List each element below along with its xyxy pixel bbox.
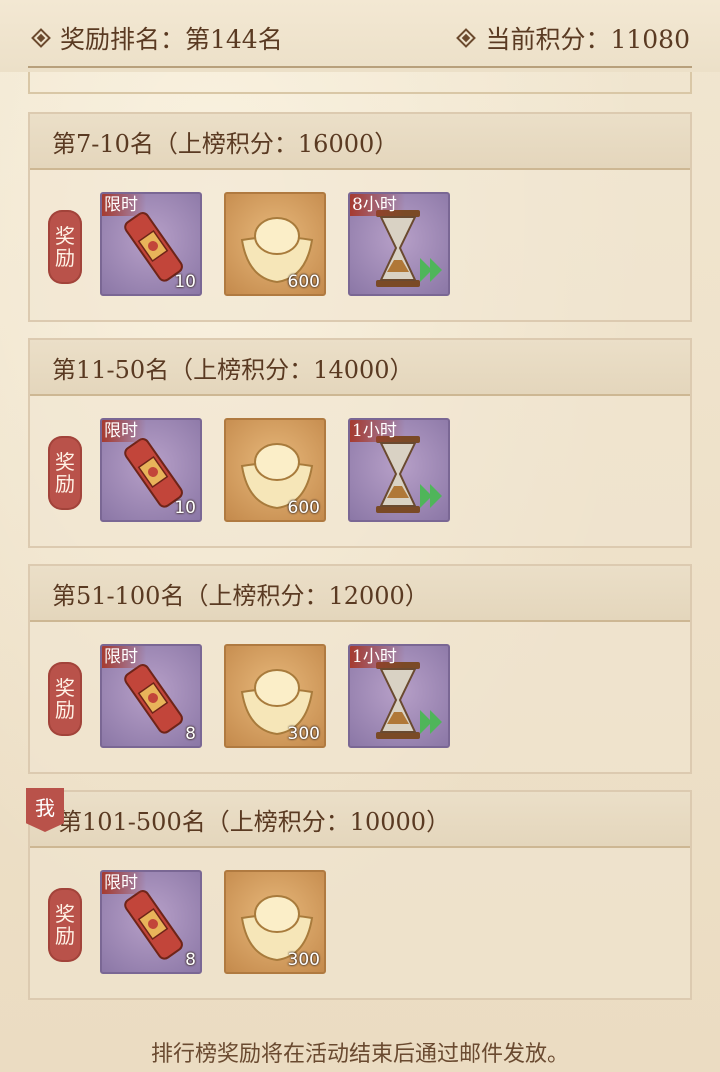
reward-items: 限时 8 300 1小时 — [100, 644, 472, 748]
reward-item-speedup[interactable]: 8小时 — [348, 192, 450, 296]
limited-badge: 限时 — [102, 646, 146, 668]
reward-item-ingot[interactable]: 600 — [224, 418, 326, 522]
reward-items: 限时 10 600 1小时 — [100, 418, 472, 522]
duration-badge: 1小时 — [350, 646, 405, 668]
score-label: 当前积分：11080 — [485, 25, 690, 54]
diamond-icon — [34, 31, 48, 45]
tier-title: 第7-10名（上榜积分：16000） — [52, 130, 399, 158]
reward-tier-101-500: 第101-500名（上榜积分：10000） 奖励 限时 8 300 — [28, 790, 692, 1000]
reward-items: 限时 10 600 8小时 — [100, 192, 472, 296]
reward-item-ingot[interactable]: 300 — [224, 644, 326, 748]
header-divider — [28, 66, 692, 68]
diamond-icon — [459, 31, 473, 45]
rank-label: 奖励排名：第144名 — [60, 25, 283, 54]
item-count: 8 — [185, 724, 196, 744]
tier-header: 第51-100名（上榜积分：12000） — [30, 566, 690, 622]
limited-badge: 限时 — [102, 194, 146, 216]
duration-badge: 1小时 — [350, 420, 405, 442]
header-bar: 奖励排名：第144名 当前积分：11080 — [0, 0, 720, 72]
tier-header: 第11-50名（上榜积分：14000） — [30, 340, 690, 396]
item-count: 300 — [287, 724, 320, 744]
tier-title: 第51-100名（上榜积分：12000） — [52, 582, 429, 610]
reward-tier-51-100: 第51-100名（上榜积分：12000） 奖励 限时 8 300 1小时 — [28, 564, 692, 774]
reward-item-token[interactable]: 限时 10 — [100, 418, 202, 522]
tier-header: 第101-500名（上榜积分：10000） — [30, 792, 690, 848]
reward-tier-11-50: 第11-50名（上榜积分：14000） 奖励 限时 10 600 1小时 — [28, 338, 692, 548]
item-count: 300 — [287, 950, 320, 970]
tier-title: 第101-500名（上榜积分：10000） — [58, 808, 451, 836]
reward-tier-7-10: 第7-10名（上榜积分：16000） 奖励 限时 10 600 8小时 — [28, 112, 692, 322]
reward-item-speedup[interactable]: 1小时 — [348, 644, 450, 748]
reward-tag: 奖励 — [48, 888, 82, 962]
tier-header: 第7-10名（上榜积分：16000） — [30, 114, 690, 170]
reward-tag: 奖励 — [48, 662, 82, 736]
reward-tag: 奖励 — [48, 210, 82, 284]
duration-badge: 8小时 — [350, 194, 405, 216]
reward-item-ingot[interactable]: 600 — [224, 192, 326, 296]
item-count: 10 — [174, 498, 196, 518]
reward-item-ingot[interactable]: 300 — [224, 870, 326, 974]
reward-item-token[interactable]: 限时 8 — [100, 870, 202, 974]
my-rank-marker: 我 — [26, 788, 64, 832]
reward-items: 限时 8 300 — [100, 870, 348, 974]
reward-item-token[interactable]: 限时 8 — [100, 644, 202, 748]
limited-badge: 限时 — [102, 420, 146, 442]
rank-info: 奖励排名：第144名 — [34, 20, 283, 56]
list-top-frame — [28, 72, 692, 94]
item-count: 600 — [287, 272, 320, 292]
item-count: 10 — [174, 272, 196, 292]
reward-tag: 奖励 — [48, 436, 82, 510]
reward-item-speedup[interactable]: 1小时 — [348, 418, 450, 522]
limited-badge: 限时 — [102, 872, 146, 894]
tier-title: 第11-50名（上榜积分：14000） — [52, 356, 414, 384]
footer-note: 排行榜奖励将在活动结束后通过邮件发放。 — [150, 1042, 569, 1067]
reward-item-token[interactable]: 限时 10 — [100, 192, 202, 296]
score-info: 当前积分：11080 — [459, 20, 690, 56]
item-count: 600 — [287, 498, 320, 518]
item-count: 8 — [185, 950, 196, 970]
